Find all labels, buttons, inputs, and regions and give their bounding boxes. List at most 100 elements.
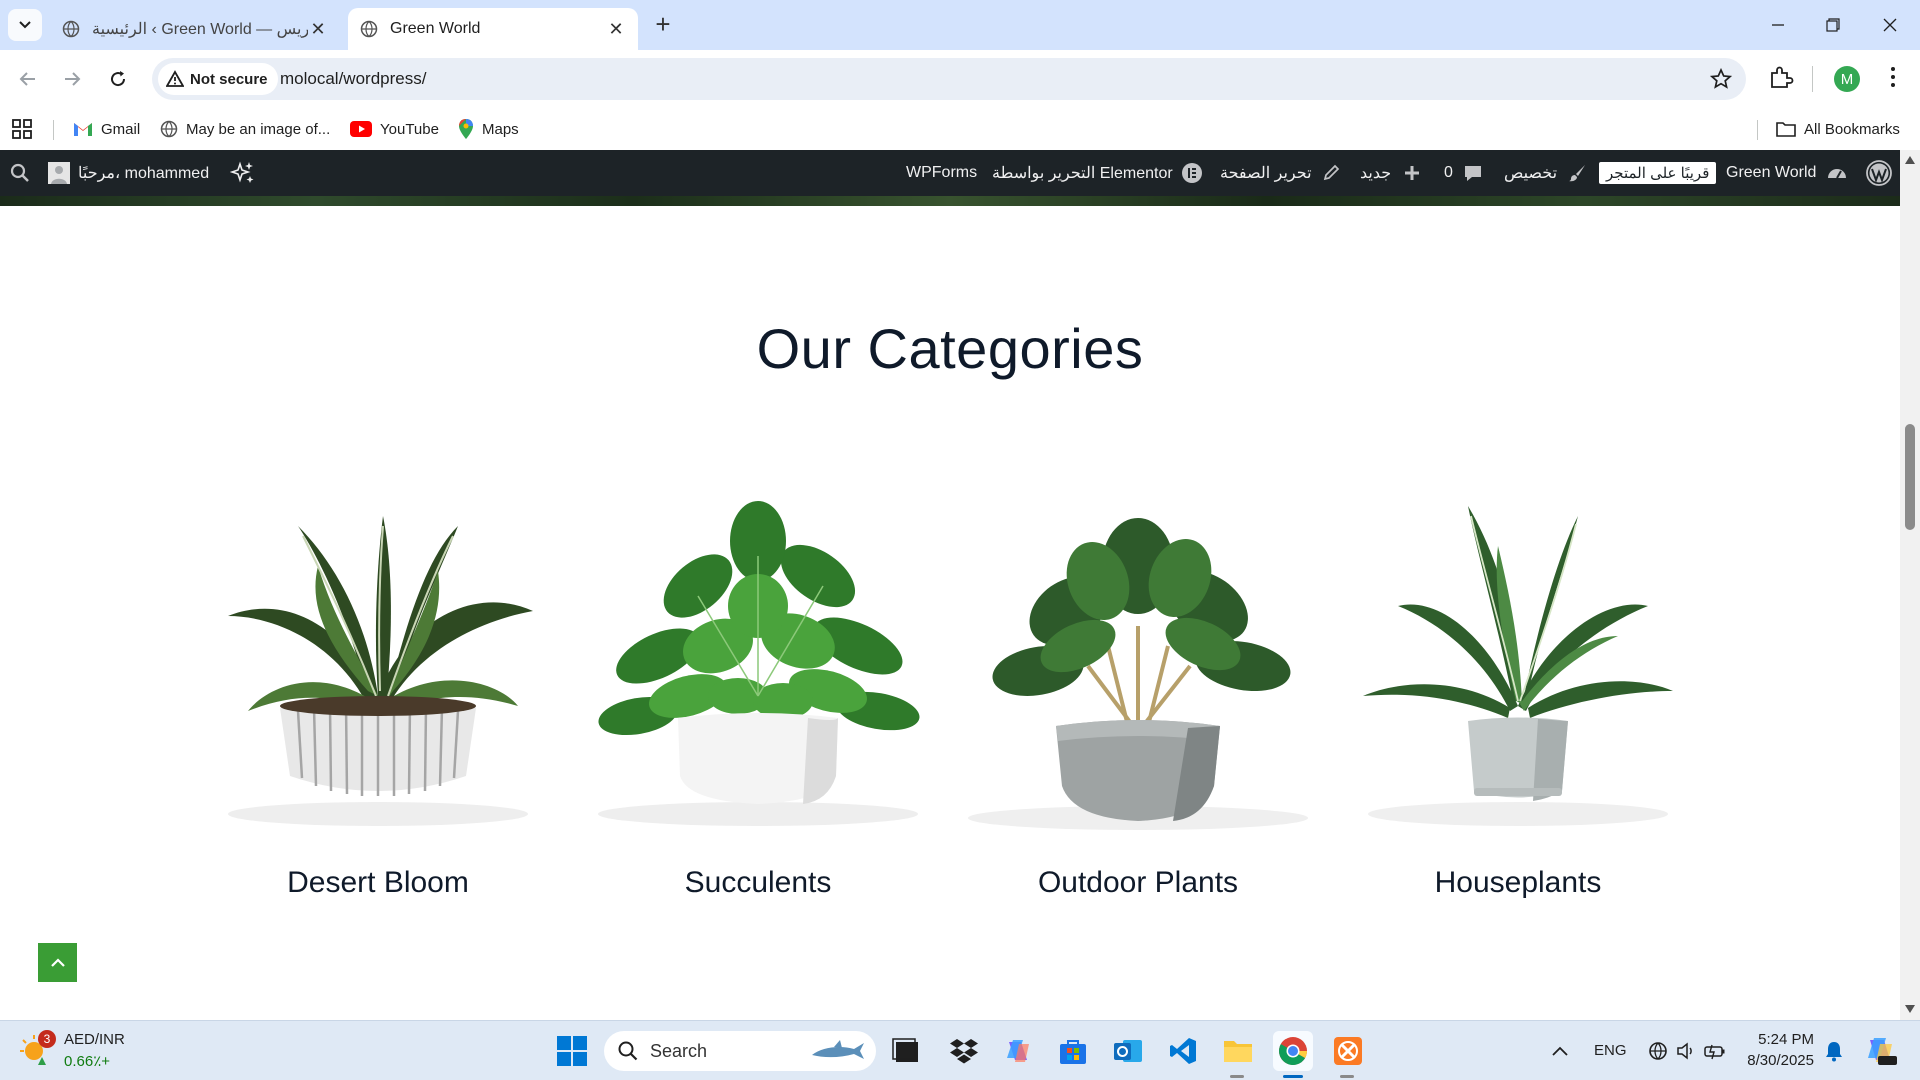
plant-image[interactable] [958,496,1318,836]
new-tab-button[interactable]: + [650,11,676,38]
running-indicator [1230,1075,1244,1078]
copilot-tray-button[interactable] [1860,1031,1902,1071]
category-label[interactable]: Houseplants [1338,866,1698,900]
wp-customize[interactable]: تخصيص [1504,150,1587,196]
wp-wpforms[interactable]: WPForms [906,150,977,196]
wp-ai-button[interactable] [230,150,256,196]
paintbrush-icon [1569,165,1586,182]
category-card-outdoor-plants[interactable]: Outdoor Plants [958,496,1318,899]
clock-time[interactable]: 5:24 PM [1758,1031,1814,1048]
category-label[interactable]: Succulents [578,866,938,900]
wp-logo-button[interactable] [1866,150,1892,196]
forward-button[interactable] [56,63,88,95]
copilot-pre-icon [1868,1038,1897,1065]
back-button[interactable] [12,63,44,95]
start-button[interactable] [552,1031,592,1071]
language-indicator[interactable]: ENG [1594,1042,1627,1059]
store-badge: قريبًا على المتجر [1599,162,1717,184]
widget-value[interactable]: 0.66٪+ [64,1052,110,1070]
bookmark-label: YouTube [380,120,439,138]
file-explorer-app[interactable] [1218,1031,1258,1071]
wp-account-menu[interactable]: مرحبًا، mohammed [48,150,209,196]
tab-title: Green World [390,20,481,37]
elementor-icon [1181,163,1202,183]
security-chip[interactable]: Not secure [158,63,278,95]
kebab-menu-icon [1891,67,1895,87]
widget-title[interactable]: AED/INR [64,1031,125,1048]
wpforms-label: WPForms [906,164,978,181]
plant-image[interactable] [578,496,938,836]
store-app[interactable] [1053,1031,1093,1071]
clock-date[interactable]: 8/30/2025 [1736,1052,1814,1069]
browser-menu-button[interactable] [1880,64,1906,95]
wp-new[interactable]: جديد [1360,150,1421,196]
close-window-button[interactable] [1870,10,1910,40]
restore-icon [1826,18,1840,32]
vscode-app[interactable] [1163,1031,1203,1071]
reload-button[interactable] [102,63,134,95]
close-icon[interactable]: ✕ [606,19,626,39]
edit-page-label: تحرير الصفحة [1220,165,1312,182]
xampp-app[interactable] [1328,1031,1368,1071]
scroll-to-top-button[interactable] [38,943,77,982]
network-icon [1649,1042,1667,1060]
bookmark-image[interactable]: May be an image of... [160,116,330,142]
wp-search-button[interactable] [10,150,30,196]
widgets-button[interactable]: 3 [20,1030,56,1069]
scroll-up-arrow-icon[interactable] [1905,156,1915,164]
gmail-icon [74,123,92,136]
system-tray-icons[interactable] [1642,1031,1732,1071]
chrome-app[interactable] [1273,1031,1313,1071]
customize-label: تخصيص [1504,165,1558,182]
wp-comments[interactable]: 0 [1444,150,1483,196]
store-icon [1060,1040,1086,1064]
category-card-houseplants[interactable]: Houseplants [1338,496,1698,899]
page-scrollbar[interactable] [1900,150,1920,1020]
toolbar-divider [1812,66,1813,92]
wp-edit-page[interactable]: تحرير الصفحة [1220,150,1340,196]
wp-site-name[interactable]: Green World [1726,150,1848,196]
bookmark-maps[interactable]: Maps [458,116,519,142]
notifications-button[interactable] [1816,1031,1852,1071]
bookmark-star-button[interactable] [1709,67,1733,95]
taskbar-search[interactable]: Search [604,1031,876,1071]
scrollbar-thumb[interactable] [1905,424,1915,530]
address-bar[interactable]: Not secure molocal/wordpress/ [152,58,1746,100]
apps-button[interactable] [12,116,40,142]
dropbox-app[interactable] [944,1031,984,1071]
category-label[interactable]: Outdoor Plants [958,866,1318,900]
minimize-icon [1772,24,1784,26]
category-card-desert-bloom[interactable]: Desert Bloom [198,496,558,899]
task-view-button[interactable] [886,1031,926,1071]
scroll-down-arrow-icon[interactable] [1905,1005,1915,1013]
all-bookmarks-button[interactable]: All Bookmarks [1776,116,1900,142]
profile-avatar[interactable]: M [1834,66,1860,92]
plant-image[interactable] [1338,496,1698,836]
active-indicator [1283,1075,1303,1078]
extensions-button[interactable] [1768,64,1794,95]
arrow-right-icon [65,72,81,86]
category-label[interactable]: Desert Bloom [198,866,558,900]
bookmark-gmail[interactable]: Gmail [73,116,140,142]
volume-icon [1677,1042,1692,1060]
bookmark-youtube[interactable]: YouTube [350,116,439,142]
copilot-app[interactable] [998,1031,1038,1071]
tab-search-button[interactable] [8,9,42,41]
wp-store-status[interactable]: قريبًا على المتجر [1599,150,1717,196]
bookmark-label: May be an image of... [186,120,331,138]
wp-elementor-edit[interactable]: التحرير بواسطة Elementor [992,150,1203,196]
arrow-left-icon [19,72,35,86]
minimize-button[interactable] [1758,10,1798,40]
plant-image[interactable] [198,496,558,836]
restore-button[interactable] [1813,10,1853,40]
bookmarks-divider [1757,120,1758,140]
tab-title: الرئيسية ‹ Green World — ووردبريس [92,21,308,38]
category-card-succulents[interactable]: Succulents [578,496,938,899]
close-icon[interactable]: ✕ [308,19,328,39]
outlook-app[interactable] [1108,1031,1148,1071]
profile-initial: M [1840,70,1854,88]
tray-overflow-button[interactable] [1540,1031,1580,1071]
tab-wordpress-admin[interactable]: الرئيسية ‹ Green World — ووردبريس ✕ [50,8,340,50]
url-text[interactable]: molocal/wordpress/ [280,69,426,89]
tab-green-world[interactable]: Green World ✕ [348,8,638,50]
